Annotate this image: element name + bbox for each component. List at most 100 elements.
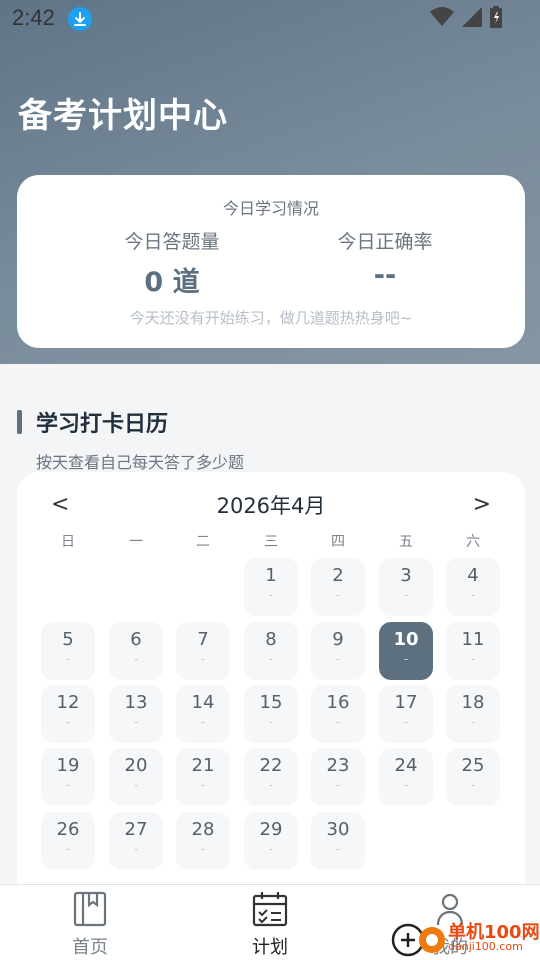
calendar-day-count: -: [268, 778, 274, 792]
calendar-day-number: 26: [56, 819, 80, 840]
calendar-day-count: -: [133, 715, 139, 729]
calendar-day-count: -: [65, 715, 71, 729]
calendar-day[interactable]: 27 -: [109, 812, 163, 870]
calendar-day[interactable]: 4-: [446, 558, 500, 616]
weekday-label: 三: [264, 534, 278, 550]
status-bar: 2:42: [0, 0, 540, 38]
calendar-day-count: -: [403, 588, 409, 602]
calendar-day[interactable]: 30 -: [311, 812, 365, 870]
calendar-day-count: -: [268, 652, 274, 666]
calendar-day-number: 25: [461, 755, 485, 776]
calendar-day[interactable]: 19 -: [41, 748, 95, 806]
download-icon: [68, 7, 92, 31]
calendar-day-count: -: [65, 652, 71, 666]
calendar-day[interactable]: 25 -: [446, 748, 500, 806]
calendar-day[interactable]: 5-: [41, 622, 95, 680]
tab-home[interactable]: 首页: [30, 891, 150, 959]
answered-stat: 今日答题量 0 道: [62, 227, 282, 299]
calendar-day[interactable]: 20 -: [109, 748, 163, 806]
calendar-day[interactable]: 11 -: [446, 622, 500, 680]
section-accent-bar: [17, 410, 22, 434]
calendar-day[interactable]: 17 -: [379, 685, 433, 743]
calendar-day-number: 18: [461, 692, 485, 713]
calendar-day-number: 30: [326, 819, 350, 840]
calendar-day-count: -: [268, 588, 274, 602]
watermark-logo-icon: [391, 923, 445, 957]
accuracy-value: --: [373, 260, 397, 291]
accuracy-stat: 今日正确率 --: [275, 227, 495, 291]
calendar-day-number: 21: [191, 755, 215, 776]
calendar-day[interactable]: 12 -: [41, 685, 95, 743]
calendar-day-number: 15: [259, 692, 283, 713]
calendar-day[interactable]: 7-: [176, 622, 230, 680]
calendar-day-number: 17: [394, 692, 418, 713]
calendar-day[interactable]: 28 -: [176, 812, 230, 870]
calendar-day-count: -: [65, 842, 71, 856]
wifi-icon: [430, 7, 454, 31]
weekday-label: 四: [331, 534, 345, 550]
calendar-day[interactable]: 18 -: [446, 685, 500, 743]
calendar-check-icon: [210, 891, 330, 931]
calendar-day-count: -: [133, 652, 139, 666]
watermark-url: danji100.com: [448, 940, 523, 953]
calendar-day[interactable]: 3-: [379, 558, 433, 616]
calendar-section-title: 学习打卡日历: [36, 412, 169, 437]
status-time: 2:42: [12, 5, 55, 30]
calendar-day[interactable]: 8-: [244, 622, 298, 680]
calendar-day-count: -: [403, 715, 409, 729]
calendar-day[interactable]: 24 -: [379, 748, 433, 806]
calendar-day[interactable]: 15 -: [244, 685, 298, 743]
calendar-day-number: 6: [130, 629, 142, 650]
tab-plan[interactable]: 计划: [210, 891, 330, 959]
calendar-day-number: 23: [326, 755, 350, 776]
calendar-day-count: -: [470, 588, 476, 602]
calendar-day-count: -: [200, 652, 206, 666]
answered-value: 0 道: [144, 267, 200, 298]
answered-label: 今日答题量: [124, 231, 220, 253]
calendar-day-count: -: [335, 715, 341, 729]
calendar-day-number: 29: [259, 819, 283, 840]
calendar-day-count: -: [470, 652, 476, 666]
calendar-day[interactable]: 23 -: [311, 748, 365, 806]
calendar-day[interactable]: 2-: [311, 558, 365, 616]
calendar-day[interactable]: 16 -: [311, 685, 365, 743]
calendar-day-number: 7: [197, 629, 209, 650]
calendar-day[interactable]: 21 -: [176, 748, 230, 806]
calendar-section-subtitle: 按天查看自己每天答了多少题: [36, 453, 245, 472]
calendar-day[interactable]: 6-: [109, 622, 163, 680]
next-month-button[interactable]: >: [473, 492, 491, 517]
calendar-day[interactable]: 22 -: [244, 748, 298, 806]
calendar-day[interactable]: 26 -: [41, 812, 95, 870]
calendar-day-number: 2: [332, 565, 344, 586]
calendar-day[interactable]: 29 -: [244, 812, 298, 870]
calendar-day[interactable]: 13 -: [109, 685, 163, 743]
calendar-day-number: 20: [124, 755, 148, 776]
signal-icon: [462, 7, 482, 31]
weekday-label: 一: [129, 534, 143, 550]
calendar-day-number: 11: [461, 629, 485, 650]
battery-icon: [490, 6, 502, 32]
calendar-day-selected[interactable]: 10 -: [379, 622, 433, 680]
calendar-day[interactable]: 1-: [244, 558, 298, 616]
today-summary-card: 今日学习情况 今日答题量 0 道 今日正确率 -- 今天还没有开始练习，做几道题…: [17, 175, 525, 348]
calendar-day-number: 16: [326, 692, 350, 713]
calendar-day-number: 10: [393, 629, 419, 650]
today-card-title: 今日学习情况: [222, 199, 319, 218]
page-title: 备考计划中心: [18, 96, 228, 136]
calendar-day-number: 4: [467, 565, 479, 586]
calendar-day[interactable]: 14 -: [176, 685, 230, 743]
calendar-day-count: -: [133, 842, 139, 856]
calendar-day-number: 24: [394, 755, 418, 776]
calendar-day-number: 3: [400, 565, 412, 586]
calendar-day-count: -: [470, 715, 476, 729]
calendar-day-count: -: [335, 778, 341, 792]
calendar-month: 2026年4月: [216, 494, 326, 518]
site-watermark: 单机100网 danji100.com: [390, 914, 540, 960]
calendar-day-count: -: [335, 588, 341, 602]
calendar-day-count: -: [470, 778, 476, 792]
book-icon: [30, 891, 150, 931]
accuracy-label: 今日正确率: [337, 231, 433, 253]
weekday-label: 五: [399, 534, 413, 550]
calendar-day-count: -: [133, 778, 139, 792]
calendar-day[interactable]: 9-: [311, 622, 365, 680]
